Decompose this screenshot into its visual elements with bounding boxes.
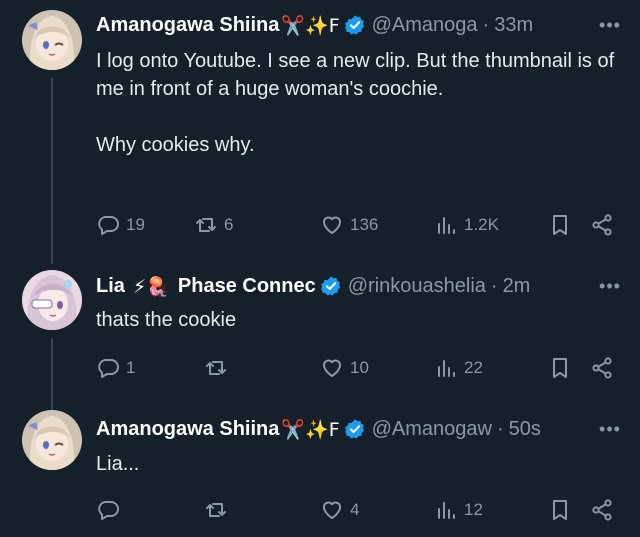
- like-count: 136: [350, 215, 379, 234]
- display-name[interactable]: Lia: [96, 275, 125, 298]
- bookmark-icon: [553, 215, 567, 235]
- views-icon: [438, 360, 455, 377]
- conversation-thread: Amanogawa Shiina ✂️✨F @Amanoga · 33m •••…: [0, 0, 640, 537]
- tweet-2[interactable]: Lia ⚡🪼 Phase Connec @rinkouashelia · 2m …: [0, 258, 640, 414]
- tweet-3[interactable]: Amanogawa Shiina ✂️✨F @Amanogaw · 50s ••…: [0, 398, 640, 537]
- verified-icon: [344, 419, 364, 439]
- like-icon: [323, 501, 341, 519]
- like-icon: [323, 359, 341, 377]
- like-button[interactable]: 4: [320, 495, 359, 525]
- display-name[interactable]: Amanogawa Shiina: [96, 418, 279, 441]
- retweet-count: 6: [224, 215, 234, 234]
- share-icon: [592, 499, 612, 521]
- avatar-shiina[interactable]: [22, 410, 82, 470]
- bookmark-button[interactable]: [548, 353, 572, 383]
- like-count: 4: [350, 500, 360, 519]
- separator-dot: ·: [482, 13, 490, 36]
- timestamp[interactable]: 2m: [503, 275, 531, 298]
- like-icon: [323, 216, 341, 234]
- tweet-1[interactable]: Amanogawa Shiina ✂️✨F @Amanoga · 33m •••…: [0, 0, 640, 264]
- share-button[interactable]: [590, 495, 614, 525]
- avatar-lia[interactable]: [22, 270, 82, 330]
- action-bar: 1 10 22: [96, 353, 622, 383]
- retweet-button[interactable]: [204, 495, 234, 525]
- share-icon: [592, 357, 612, 379]
- separator-dot: ·: [497, 417, 504, 440]
- views-icon: [438, 217, 455, 234]
- views-count: 12: [464, 500, 483, 519]
- reply-button[interactable]: 19: [96, 210, 145, 240]
- like-count: 10: [350, 358, 369, 377]
- bookmark-button[interactable]: [548, 495, 572, 525]
- handle[interactable]: @Amanoga: [372, 14, 478, 37]
- share-icon: [592, 214, 612, 236]
- reply-button[interactable]: [96, 495, 126, 525]
- bookmark-button[interactable]: [548, 210, 572, 240]
- reply-count: 19: [126, 215, 145, 234]
- timestamp[interactable]: 33m: [494, 14, 533, 37]
- verified-icon: [320, 276, 340, 296]
- bookmark-icon: [553, 358, 567, 378]
- name-emoji: ✂️✨F: [281, 14, 340, 37]
- name-emoji: ✂️✨F: [281, 418, 340, 441]
- share-button[interactable]: [590, 353, 614, 383]
- like-button[interactable]: 136: [320, 210, 378, 240]
- tweet-header: Lia ⚡🪼 Phase Connec @rinkouashelia · 2m …: [96, 272, 622, 300]
- more-icon[interactable]: •••: [598, 272, 622, 300]
- more-icon[interactable]: •••: [598, 11, 622, 39]
- bookmark-icon: [553, 500, 567, 520]
- views-button[interactable]: 12: [434, 495, 483, 525]
- display-name-suffix[interactable]: Phase Connec: [178, 275, 316, 298]
- verified-icon: [344, 15, 364, 35]
- thread-connector: [51, 78, 53, 264]
- retweet-icon: [196, 218, 216, 232]
- retweet-button[interactable]: 6: [194, 210, 233, 240]
- more-icon[interactable]: •••: [598, 415, 622, 443]
- views-count: 1.2K: [464, 215, 499, 234]
- timestamp[interactable]: 50s: [509, 418, 541, 441]
- retweet-button[interactable]: [204, 353, 234, 383]
- reply-count: 1: [126, 358, 136, 377]
- avatar-shiina[interactable]: [22, 10, 82, 70]
- handle[interactable]: @Amanogaw: [372, 418, 492, 441]
- reply-icon: [98, 359, 119, 378]
- display-name[interactable]: Amanogawa Shiina: [96, 14, 279, 37]
- tweet-text: Lia...: [96, 453, 140, 475]
- views-button[interactable]: 22: [434, 353, 483, 383]
- views-button[interactable]: 1.2K: [434, 210, 499, 240]
- handle[interactable]: @rinkouashelia: [348, 275, 486, 298]
- tweet-header: Amanogawa Shiina ✂️✨F @Amanogaw · 50s ••…: [96, 415, 622, 443]
- views-count: 22: [464, 358, 483, 377]
- tweet-text: I log onto Youtube. I see a new clip. Bu…: [96, 50, 615, 156]
- reply-icon: [98, 501, 119, 520]
- retweet-icon: [206, 361, 226, 375]
- separator-dot: ·: [490, 274, 498, 297]
- tweet-text: thats the cookie: [96, 309, 237, 331]
- action-bar: 19 6 136 1.2K: [96, 210, 622, 240]
- like-button[interactable]: 10: [320, 353, 369, 383]
- retweet-icon: [206, 503, 226, 517]
- reply-icon: [98, 216, 119, 235]
- reply-button[interactable]: 1: [96, 353, 135, 383]
- action-bar: 4 12: [96, 495, 622, 525]
- tweet-header: Amanogawa Shiina ✂️✨F @Amanoga · 33m •••: [96, 11, 622, 39]
- views-icon: [438, 502, 455, 519]
- share-button[interactable]: [590, 210, 614, 240]
- name-emoji: ⚡🪼: [132, 275, 170, 298]
